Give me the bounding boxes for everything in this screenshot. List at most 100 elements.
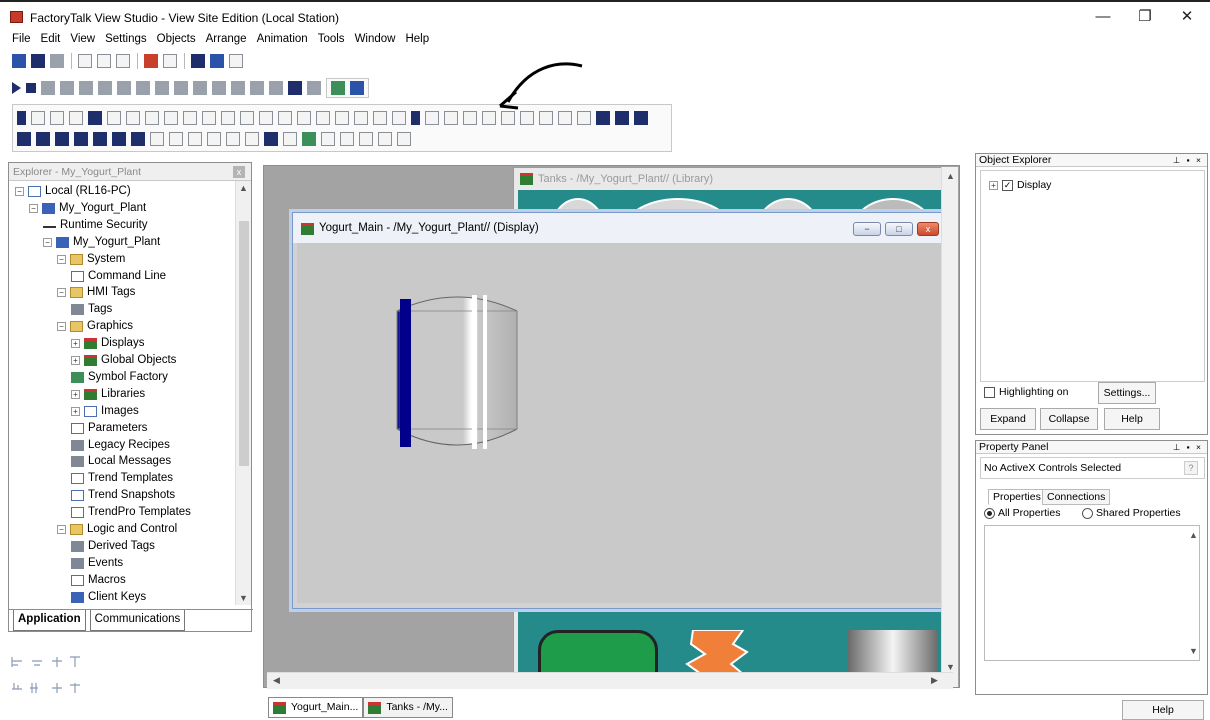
rounded-rect-icon[interactable] [240, 110, 254, 125]
diagnostic-list-icon[interactable] [321, 131, 335, 146]
restore-button[interactable]: ❐ [1130, 6, 1160, 28]
numeric-display-icon[interactable] [425, 110, 439, 125]
explorer-close-icon[interactable]: x [233, 166, 245, 178]
polygon-icon[interactable] [202, 110, 216, 125]
clock-icon[interactable] [245, 131, 259, 146]
library-icon[interactable] [97, 54, 111, 68]
login-icon[interactable] [378, 131, 392, 146]
snap-icon[interactable] [350, 81, 364, 95]
alarm-banner-icon[interactable] [169, 131, 183, 146]
tree-item[interactable]: + Libraries [71, 386, 145, 403]
freehand-icon[interactable] [145, 110, 159, 125]
expand-icon[interactable]: + [71, 389, 80, 399]
page-left-icon[interactable] [36, 131, 50, 146]
explorer-scrollbar[interactable]: ▲ ▼ [235, 181, 251, 605]
string-input-icon[interactable] [482, 110, 496, 125]
page-right-icon[interactable] [55, 131, 69, 146]
doc-tab-tanks[interactable]: Tanks - /My... [363, 697, 453, 718]
stop-icon[interactable] [26, 83, 36, 93]
print-icon[interactable] [50, 54, 64, 68]
expand-button[interactable]: Expand [980, 408, 1036, 430]
panel-icon[interactable] [69, 110, 83, 125]
list-icon[interactable] [150, 131, 164, 146]
menu-settings[interactable]: Settings [100, 30, 152, 48]
display-icon[interactable] [144, 54, 158, 68]
display-checkbox[interactable]: ✓ [1002, 179, 1013, 191]
diagnostics-icon[interactable] [163, 54, 177, 68]
wedge-icon[interactable] [259, 110, 273, 125]
save-icon[interactable] [31, 54, 45, 68]
tab-application[interactable]: Application [13, 610, 86, 631]
scroll-up-icon[interactable]: ▲ [946, 171, 955, 181]
end-icon[interactable] [131, 131, 145, 146]
arc-icon[interactable] [107, 110, 121, 125]
tree-item[interactable]: − Local (RL16-PC) [15, 183, 131, 200]
select-icon[interactable] [17, 110, 26, 125]
edit-icon[interactable] [231, 81, 245, 95]
collapse-icon[interactable]: − [15, 187, 24, 196]
tree-item[interactable]: + Displays [71, 335, 144, 352]
cut-icon[interactable] [41, 81, 55, 95]
tree-item[interactable]: Parameters [71, 420, 147, 437]
page-up-icon[interactable] [93, 131, 107, 146]
multistate-button-icon[interactable] [354, 110, 368, 125]
collapse-icon[interactable]: − [57, 322, 66, 332]
tab-properties[interactable]: Properties [988, 489, 1046, 505]
tree-item[interactable]: Trend Templates [71, 470, 173, 487]
alarm-list-icon[interactable] [207, 131, 221, 146]
alarm-summary-icon[interactable] [188, 131, 202, 146]
tank-graphic[interactable] [392, 289, 522, 451]
tree-item[interactable]: + Images [71, 403, 139, 420]
highlighting-checkbox[interactable] [984, 386, 995, 398]
property-help-button[interactable]: Help [1122, 700, 1204, 720]
maintained-button-icon[interactable] [335, 110, 349, 125]
all-properties-radio[interactable] [984, 507, 995, 519]
symbol-icon[interactable] [302, 131, 316, 146]
tree-item[interactable]: Runtime Security [43, 217, 148, 234]
tree-item[interactable]: Command Line [71, 268, 166, 285]
list-indicator-icon[interactable] [520, 110, 534, 125]
workspace-hscroll[interactable]: ◀ ▶ [267, 672, 953, 689]
redo-icon[interactable] [307, 81, 321, 95]
menu-arrange[interactable]: Arrange [201, 30, 252, 48]
help-icon[interactable]: ? [1184, 461, 1198, 475]
tree-icon[interactable] [116, 54, 130, 68]
arrow-left-icon[interactable] [596, 110, 610, 125]
tree-item[interactable]: − HMI Tags [57, 284, 135, 301]
tree-item[interactable]: − System [57, 251, 125, 268]
polyline-icon[interactable] [183, 110, 197, 125]
tree-item[interactable]: − My_Yogurt_Plant [29, 200, 146, 217]
arrow-up-icon[interactable] [17, 131, 31, 146]
menu-animation[interactable]: Animation [252, 30, 313, 48]
string-display-icon[interactable] [444, 110, 458, 125]
property-list[interactable]: ▲ ▼ [984, 525, 1200, 661]
home-icon[interactable] [112, 131, 126, 146]
collapse-icon[interactable]: − [29, 203, 38, 213]
enter-icon[interactable] [634, 110, 648, 125]
expand-icon[interactable]: + [71, 339, 80, 349]
tree-item[interactable]: Events [71, 555, 123, 572]
tree-item[interactable]: TrendPro Templates [71, 504, 191, 521]
rotate-icon[interactable] [174, 81, 188, 95]
tree-item[interactable]: Trend Snapshots [71, 487, 175, 504]
interlocked-button-icon[interactable] [373, 110, 387, 125]
copy-icon[interactable] [60, 81, 74, 95]
scroll-right-icon[interactable]: ▶ [931, 675, 938, 686]
collapse-icon[interactable]: − [57, 254, 66, 264]
zoom-out-icon[interactable] [269, 81, 283, 95]
zoom-in-icon[interactable] [250, 81, 264, 95]
activity-icon[interactable] [226, 131, 240, 146]
trendpro-icon[interactable] [283, 131, 297, 146]
grid-icon[interactable] [331, 81, 345, 95]
menu-view[interactable]: View [65, 30, 100, 48]
activex-selector[interactable]: No ActiveX Controls Selected ? [980, 457, 1205, 479]
all-properties-option[interactable]: All Properties [984, 507, 1060, 519]
expand-icon[interactable]: + [989, 180, 998, 190]
collapse-icon[interactable]: − [57, 288, 66, 298]
goto-display-icon[interactable] [411, 110, 420, 125]
tab-communications[interactable]: Communications [89, 610, 186, 631]
menu-objects[interactable]: Objects [152, 30, 201, 48]
window-minimize-button[interactable]: − [853, 222, 881, 236]
tree-item[interactable]: Local Messages [71, 453, 171, 470]
scroll-left-icon[interactable]: ◀ [273, 675, 280, 686]
